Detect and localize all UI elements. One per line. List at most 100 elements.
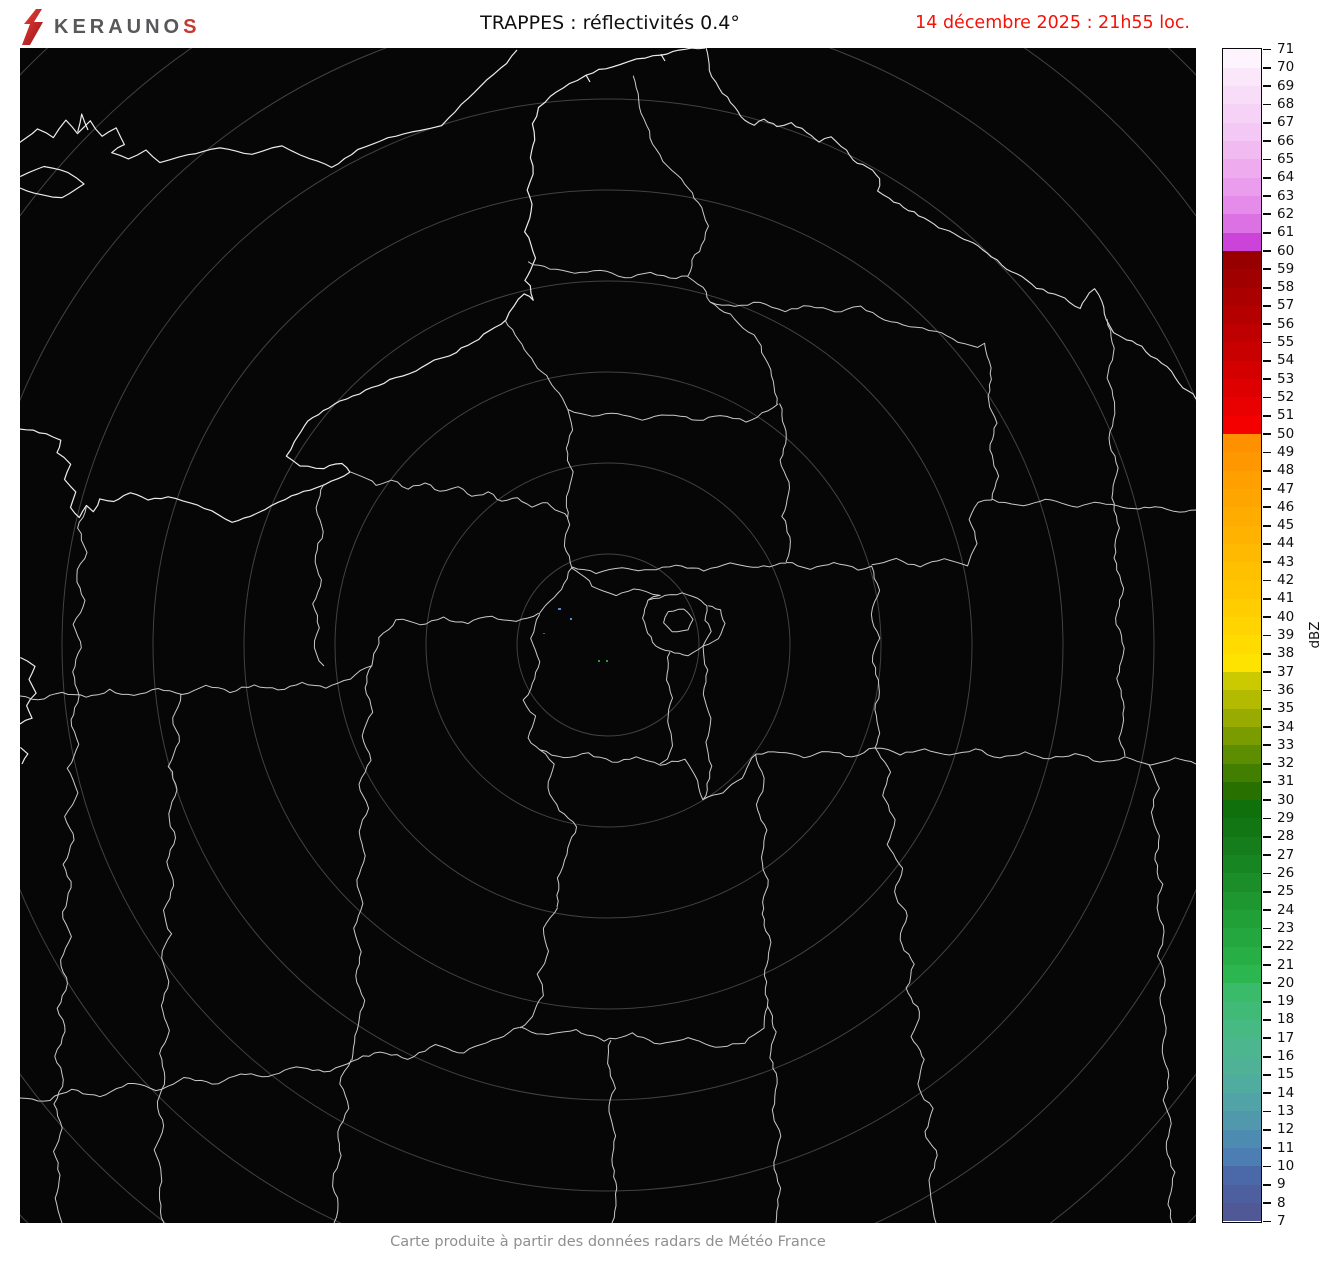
logo-text-accent: S <box>183 16 200 38</box>
colorbar-tick <box>1263 488 1271 490</box>
colorbar-tick <box>1263 159 1271 161</box>
colorbar-cell <box>1223 1184 1261 1203</box>
colorbar-cell <box>1223 1148 1261 1167</box>
colorbar-cell <box>1223 67 1261 86</box>
colorbar-tick <box>1263 964 1271 966</box>
colorbar-tick-label: 39 <box>1277 628 1294 643</box>
colorbar-cell <box>1223 1019 1261 1038</box>
colorbar-tick-label: 22 <box>1277 939 1294 954</box>
colorbar-tick-label: 59 <box>1277 262 1294 277</box>
footer-caption: Carte produite à partir des données rada… <box>20 1234 1196 1250</box>
colorbar-cell <box>1223 580 1261 599</box>
colorbar-tick <box>1263 305 1271 307</box>
colorbar-cell <box>1223 287 1261 306</box>
colorbar-cell <box>1223 397 1261 416</box>
colorbar-cell <box>1223 195 1261 214</box>
colorbar-tick-label: 11 <box>1277 1141 1294 1156</box>
colorbar-tick-label: 58 <box>1277 280 1294 295</box>
colorbar-tick <box>1263 506 1271 508</box>
keraunos-logo: KERAUNOS <box>20 8 200 46</box>
colorbar-tick-label: 50 <box>1277 427 1294 442</box>
colorbar-tick <box>1263 598 1271 600</box>
colorbar-tick-label: 32 <box>1277 756 1294 771</box>
colorbar-tick-label: 21 <box>1277 958 1294 973</box>
colorbar-cell <box>1223 1111 1261 1130</box>
colorbar-tick-label: 24 <box>1277 903 1294 918</box>
colorbar-tick-label: 64 <box>1277 170 1294 185</box>
colorbar-tick <box>1263 818 1271 820</box>
colorbar-tick <box>1263 1092 1271 1094</box>
colorbar-tick <box>1263 85 1271 87</box>
colorbar-cell <box>1223 507 1261 526</box>
logo-wordmark: KERAUNOS <box>54 16 200 39</box>
colorbar-cell <box>1223 781 1261 800</box>
colorbar-tick-label: 60 <box>1277 244 1294 259</box>
colorbar-tick-label: 66 <box>1277 134 1294 149</box>
colorbar-tick <box>1263 671 1271 673</box>
colorbar-cell <box>1223 104 1261 123</box>
colorbar-tick <box>1263 1202 1271 1204</box>
colorbar-tick-label: 33 <box>1277 738 1294 753</box>
colorbar-tick-label: 26 <box>1277 866 1294 881</box>
colorbar-tick-label: 34 <box>1277 720 1294 735</box>
colorbar-cell <box>1223 873 1261 892</box>
colorbar-tick-label: 27 <box>1277 848 1294 863</box>
colorbar-cell <box>1223 269 1261 288</box>
colorbar-unit-label: dBZ <box>1307 621 1323 648</box>
colorbar-cell <box>1223 49 1261 68</box>
colorbar-tick <box>1263 982 1271 984</box>
colorbar-cell <box>1223 800 1261 819</box>
colorbar-tick-label: 20 <box>1277 976 1294 991</box>
colorbar-tick-label: 28 <box>1277 829 1294 844</box>
colorbar-cell <box>1223 1129 1261 1148</box>
colorbar-tick <box>1263 452 1271 454</box>
colorbar-tick-label: 17 <box>1277 1031 1294 1046</box>
colorbar-tick <box>1263 122 1271 124</box>
colorbar-tick <box>1263 287 1271 289</box>
colorbar-tick-label: 62 <box>1277 207 1294 222</box>
colorbar-tick <box>1263 708 1271 710</box>
colorbar-cell <box>1223 708 1261 727</box>
colorbar-tick-label: 10 <box>1277 1159 1294 1174</box>
colorbar-tick-label: 16 <box>1277 1049 1294 1064</box>
colorbar-cell <box>1223 672 1261 691</box>
colorbar-cell <box>1223 1001 1261 1020</box>
colorbar-tick <box>1263 763 1271 765</box>
colorbar-tick <box>1263 891 1271 893</box>
colorbar-tick <box>1263 928 1271 930</box>
lightning-bolt-icon <box>20 9 46 45</box>
colorbar-tick-label: 13 <box>1277 1104 1294 1119</box>
colorbar-cell <box>1223 525 1261 544</box>
colorbar-cell <box>1223 745 1261 764</box>
radar-echo <box>558 608 561 610</box>
colorbar-tick <box>1263 1129 1271 1131</box>
colorbar-tick-label: 12 <box>1277 1122 1294 1137</box>
colorbar-tick-label: 65 <box>1277 152 1294 167</box>
colorbar-tick-label: 53 <box>1277 372 1294 387</box>
colorbar-tick-label: 8 <box>1277 1196 1286 1211</box>
colorbar-tick <box>1263 1001 1271 1003</box>
colorbar-tick-label: 47 <box>1277 482 1294 497</box>
colorbar-tick-label: 55 <box>1277 335 1294 350</box>
colorbar-tick-label: 35 <box>1277 701 1294 716</box>
colorbar-tick-label: 67 <box>1277 115 1294 130</box>
colorbar-tick <box>1263 360 1271 362</box>
colorbar-tick <box>1263 470 1271 472</box>
colorbar-cell <box>1223 983 1261 1002</box>
colorbar-tick <box>1263 1037 1271 1039</box>
colorbar-cell <box>1223 763 1261 782</box>
colorbar-tick <box>1263 744 1271 746</box>
colorbar-cell <box>1223 653 1261 672</box>
colorbar-gradient <box>1222 48 1262 1223</box>
colorbar-tick <box>1263 1221 1271 1223</box>
colorbar-tick <box>1263 1056 1271 1058</box>
reflectivity-colorbar: dBZ 789101112131415161718192021222324252… <box>1222 48 1327 1233</box>
colorbar-tick <box>1263 854 1271 856</box>
colorbar-tick-label: 38 <box>1277 646 1294 661</box>
colorbar-cell <box>1223 86 1261 105</box>
colorbar-tick <box>1263 49 1271 51</box>
colorbar-tick <box>1263 836 1271 838</box>
colorbar-tick <box>1263 433 1271 435</box>
colorbar-cell <box>1223 543 1261 562</box>
colorbar-tick <box>1263 946 1271 948</box>
